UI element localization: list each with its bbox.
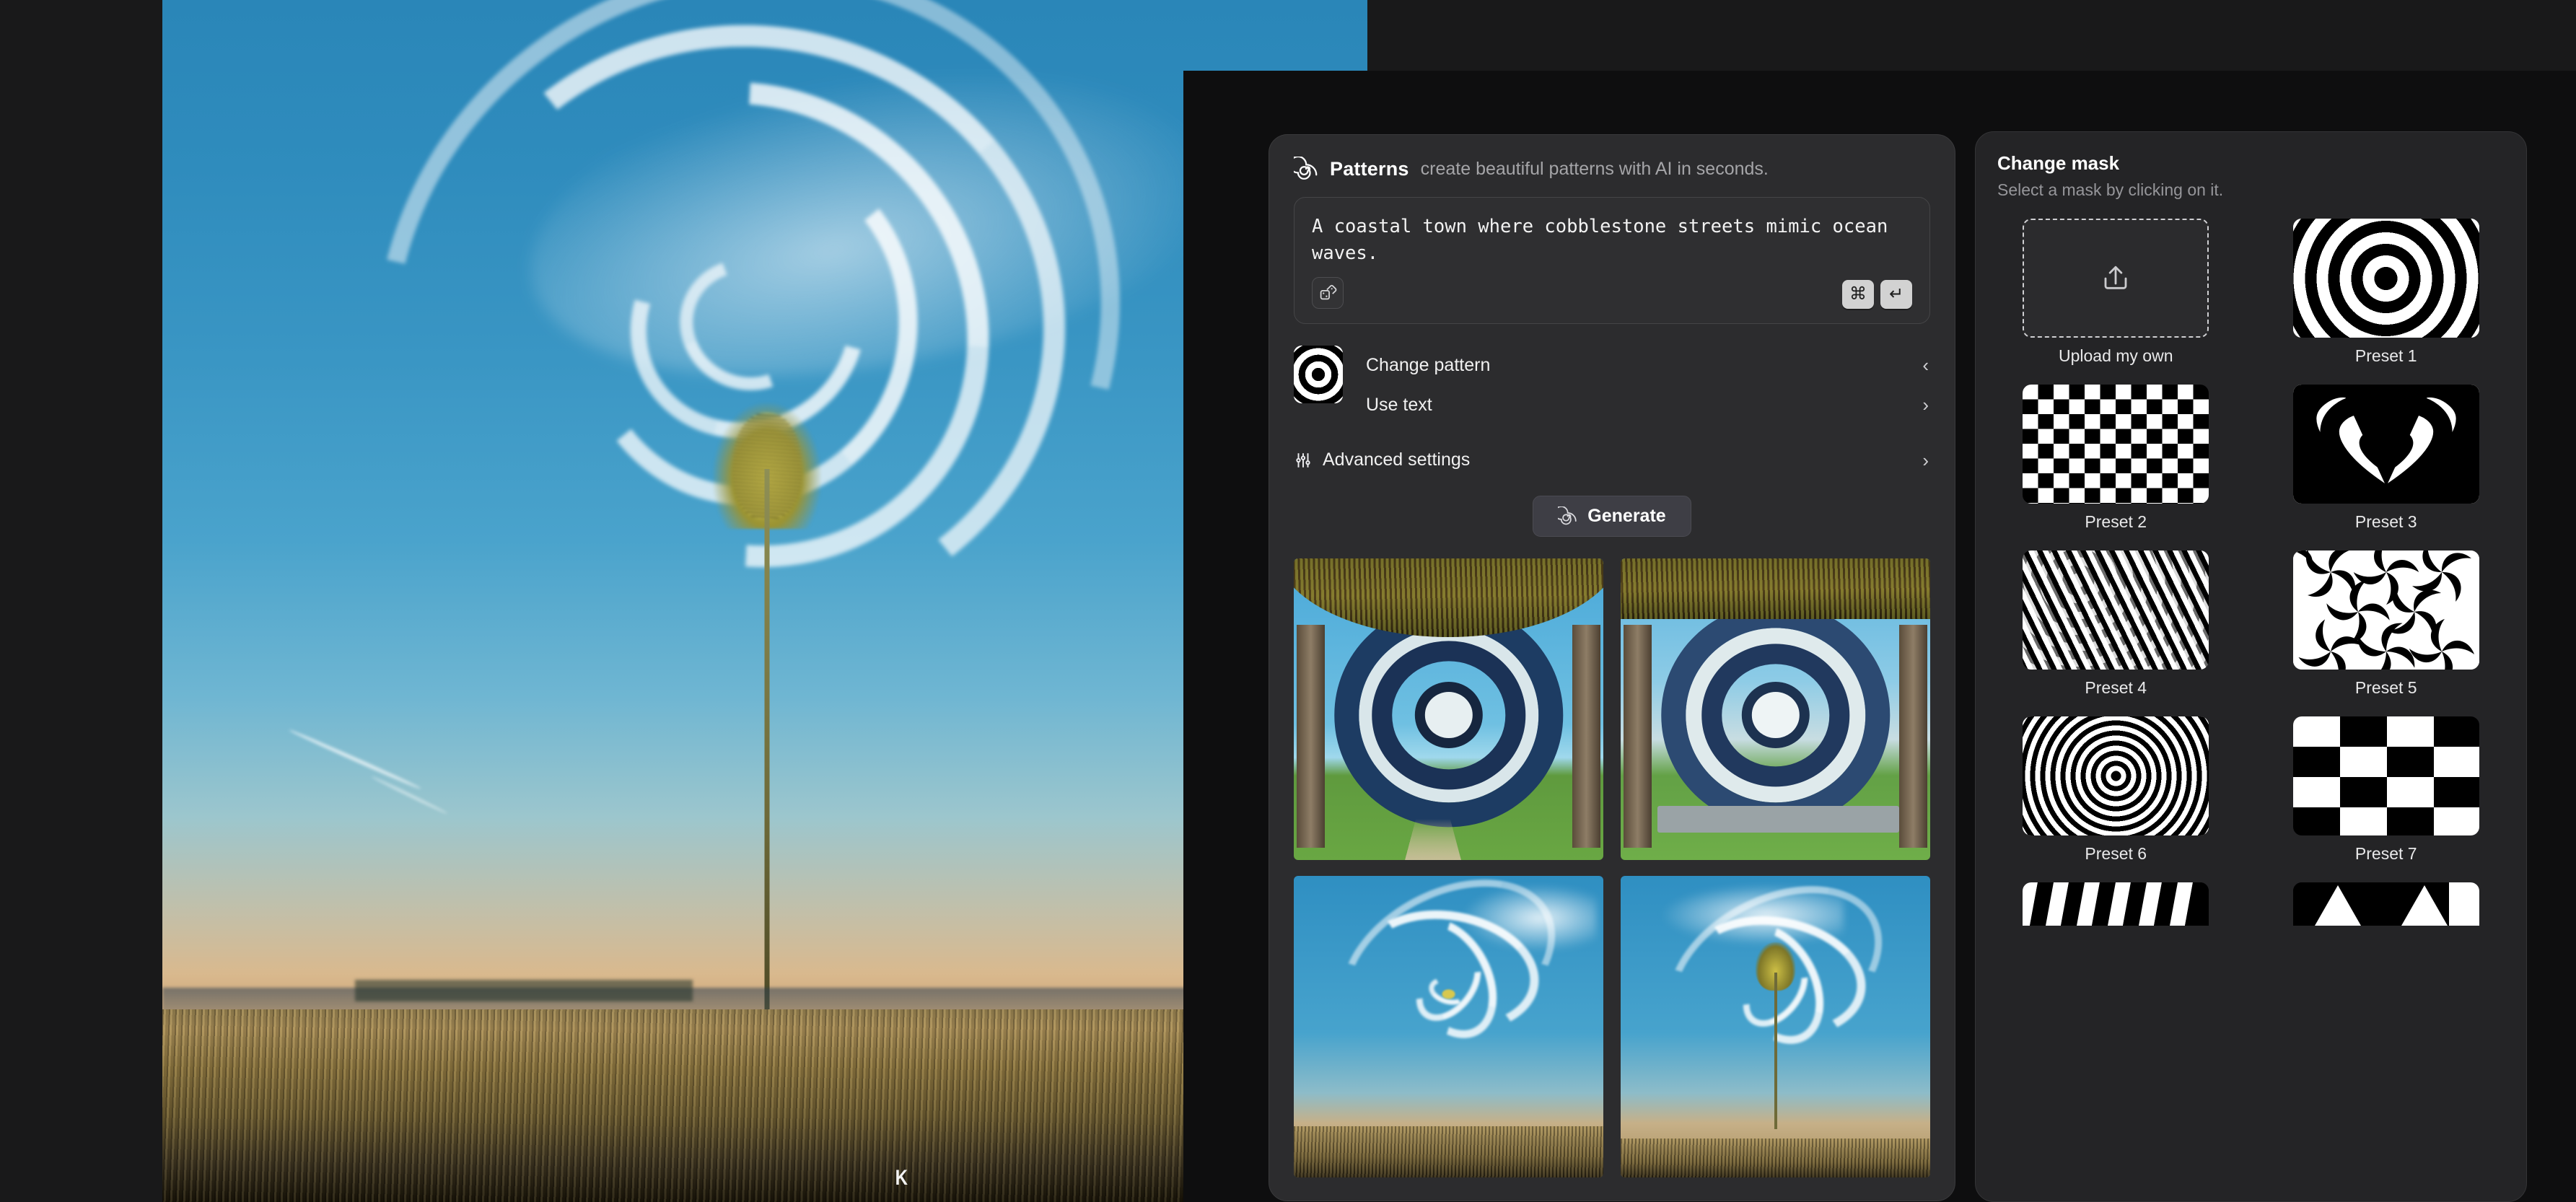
mask-preset-6-label: Preset 6 bbox=[2085, 844, 2147, 863]
mask-grid: Upload my own Preset 1 Preset 2 Preset 3… bbox=[1997, 219, 2505, 934]
mask-preset-2[interactable]: Preset 2 bbox=[1997, 385, 2235, 532]
mask-thumbnail-dense-spiral[interactable] bbox=[2023, 716, 2209, 835]
mask-preset-3-label: Preset 3 bbox=[2354, 512, 2417, 531]
generate-button[interactable]: Generate bbox=[1533, 495, 1691, 537]
mask-preset-1[interactable]: Preset 1 bbox=[2268, 219, 2505, 366]
mask-thumbnail-triangles[interactable] bbox=[2292, 882, 2479, 926]
preview-spiral-cloud bbox=[239, 0, 1257, 825]
chevron-right-icon[interactable]: › bbox=[1922, 395, 1930, 414]
mask-thumbnail-coarse-checkerboard[interactable] bbox=[2292, 716, 2479, 835]
result-thumbnail-2[interactable] bbox=[1621, 558, 1930, 860]
mask-preset-5[interactable]: Preset 5 bbox=[2268, 550, 2505, 698]
upload-dropzone[interactable] bbox=[2023, 219, 2209, 338]
mask-thumbnail-hearts[interactable] bbox=[2292, 385, 2479, 504]
mask-preset-6[interactable]: Preset 6 bbox=[1997, 716, 2235, 864]
generate-row: Generate bbox=[1294, 495, 1930, 537]
mask-preset-4[interactable]: Preset 4 bbox=[1997, 550, 2235, 698]
dice-icon[interactable] bbox=[1312, 276, 1344, 309]
result-thumbnail-3[interactable] bbox=[1294, 875, 1603, 1177]
mask-preset-7-label: Preset 7 bbox=[2354, 844, 2417, 863]
prompt-footer: ⌘ ↵ bbox=[1312, 276, 1912, 309]
results-grid bbox=[1294, 558, 1930, 1177]
enter-key[interactable]: ↵ bbox=[1880, 279, 1912, 309]
mask-thumbnail-wavy-stripes[interactable] bbox=[2023, 550, 2209, 670]
use-text-label: Use text bbox=[1366, 394, 1432, 415]
pattern-options: Change pattern ‹ Use text › bbox=[1294, 345, 1930, 425]
upload-label: Upload my own bbox=[2058, 346, 2173, 365]
advanced-settings-row[interactable]: Advanced settings › bbox=[1294, 444, 1930, 477]
mask-preset-5-label: Preset 5 bbox=[2354, 678, 2417, 697]
patterns-card: Patterns create beautiful patterns with … bbox=[1269, 134, 1955, 1201]
change-pattern-row[interactable]: Change pattern ‹ bbox=[1366, 346, 1930, 385]
chevron-left-icon[interactable]: ‹ bbox=[1922, 356, 1930, 374]
preview-distant-ridge bbox=[355, 979, 693, 1001]
upload-icon bbox=[2100, 263, 2131, 294]
sliders-icon bbox=[1294, 451, 1313, 470]
mask-panel-subtitle: Select a mask by clicking on it. bbox=[1997, 180, 2224, 199]
mask-preset-4-label: Preset 4 bbox=[2085, 678, 2147, 697]
result-thumbnail-4[interactable] bbox=[1621, 875, 1930, 1177]
chevron-right-icon-advanced[interactable]: › bbox=[1922, 451, 1930, 470]
prompt-input-box[interactable]: A coastal town where cobblestone streets… bbox=[1294, 197, 1930, 324]
brand-tagline: create beautiful patterns with AI in sec… bbox=[1420, 158, 1769, 179]
mask-panel-title: Change mask bbox=[1997, 152, 2120, 174]
shortcut-keys: ⌘ ↵ bbox=[1842, 279, 1912, 309]
mask-preset-8[interactable] bbox=[1997, 882, 2235, 934]
mask-thumbnail-pinwheels[interactable] bbox=[2292, 550, 2479, 670]
change-mask-panel: Change mask Select a mask by clicking on… bbox=[1975, 131, 2527, 1202]
mask-thumbnail-spiral[interactable] bbox=[2292, 219, 2479, 338]
result-thumbnail-1[interactable] bbox=[1294, 558, 1603, 860]
app-root: K m Patterns create beautiful patterns w… bbox=[0, 0, 2576, 1202]
mask-preset-2-label: Preset 2 bbox=[2085, 512, 2147, 531]
use-text-row[interactable]: Use text › bbox=[1366, 385, 1930, 425]
mask-preset-1-label: Preset 1 bbox=[2354, 346, 2417, 365]
advanced-settings-label: Advanced settings bbox=[1323, 449, 1471, 470]
command-key[interactable]: ⌘ bbox=[1842, 279, 1874, 309]
card-header: Patterns create beautiful patterns with … bbox=[1294, 157, 1930, 181]
brand-name: Patterns bbox=[1330, 157, 1409, 180]
prompt-input[interactable]: A coastal town where cobblestone streets… bbox=[1312, 214, 1912, 267]
mask-preset-7[interactable]: Preset 7 bbox=[2268, 716, 2505, 864]
change-pattern-label: Change pattern bbox=[1366, 354, 1491, 375]
generate-button-label: Generate bbox=[1587, 505, 1666, 526]
mask-thumbnail-fine-checkerboard[interactable] bbox=[2023, 385, 2209, 504]
preview-plant-stem bbox=[764, 468, 770, 1034]
mask-preset-9[interactable] bbox=[2268, 882, 2505, 934]
spiral-icon bbox=[1294, 157, 1318, 181]
mask-preset-3[interactable]: Preset 3 bbox=[2268, 385, 2505, 532]
spiral-icon-generate bbox=[1558, 506, 1577, 526]
mask-thumbnail-zigzag[interactable] bbox=[2023, 882, 2209, 926]
mask-upload-cell[interactable]: Upload my own bbox=[1997, 219, 2235, 366]
watermark-logo: K bbox=[895, 1166, 908, 1190]
current-pattern-thumbnail[interactable] bbox=[1294, 345, 1343, 403]
